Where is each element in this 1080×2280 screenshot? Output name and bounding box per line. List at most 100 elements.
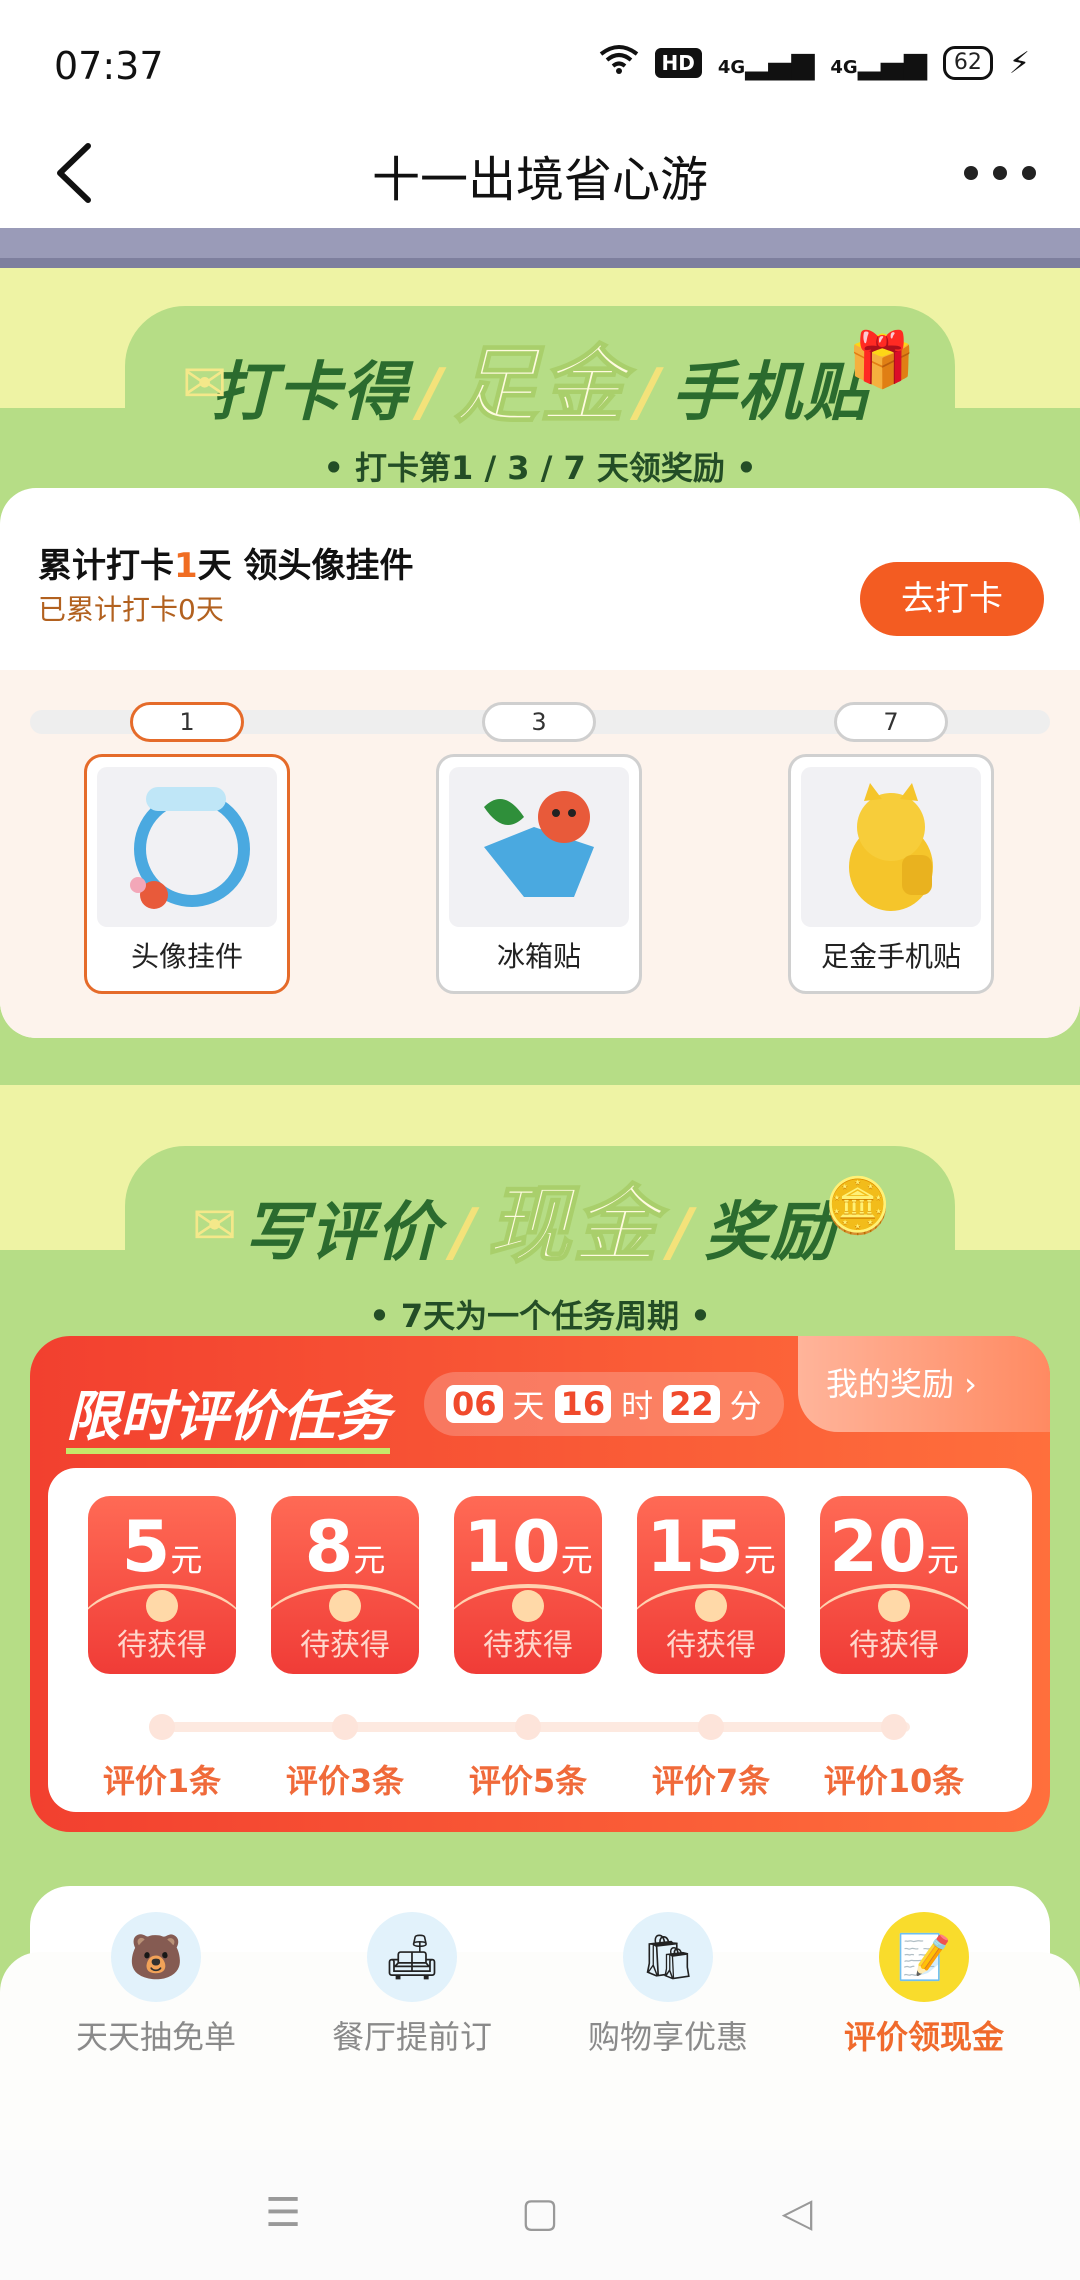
punch-title-right: 手机贴 (671, 356, 870, 430)
envelope-status: 待获得 (849, 1628, 939, 1663)
status-time: 07:37 (54, 44, 164, 88)
red-envelope-10[interactable]: 10元 待获得 (454, 1496, 602, 1674)
envelope-status: 待获得 (300, 1628, 390, 1663)
coin-icon (878, 1590, 910, 1622)
envelope-icon: ✉ (182, 352, 228, 415)
requirement-label: 评价5条 (468, 1762, 588, 1800)
header-stripe (0, 228, 1080, 268)
progress-dot (515, 1714, 541, 1740)
envelope-unit: 元 (560, 1541, 593, 1579)
bear-icon: 🐻 (111, 1912, 201, 2002)
timer-days-unit: 天 (512, 1387, 545, 1425)
network-type-label-2: 4G (830, 56, 858, 78)
coin-icon (695, 1590, 727, 1622)
timer-hours-unit: 时 (621, 1387, 654, 1425)
progress-dot (332, 1714, 358, 1740)
tab-label: 餐厅提前订 (331, 2018, 492, 2056)
review-banner: 写评价 / 现金 / 奖励 • 7天为一个任务周期 • (0, 1158, 1080, 1337)
tab-restaurant-booking[interactable]: 🛋 餐厅提前订 (284, 1912, 540, 2150)
page-title: 十一出境省心游 (371, 152, 708, 208)
task-title: 限时评价任务 (66, 1372, 390, 1454)
bottom-tab-bar: 🐻 天天抽免单 🛋 餐厅提前订 🛍 购物享优惠 📝 评价领现金 (0, 1912, 1080, 2150)
tab-free-draw[interactable]: 🐻 天天抽免单 (28, 1912, 284, 2150)
step-day-7: 7 (834, 702, 948, 742)
reward-label: 足金手机贴 (820, 940, 961, 973)
requirement-label: 评价1条 (102, 1762, 222, 1800)
punch-card-header: 累计打卡1天 领头像挂件 已累计打卡0天 去打卡 (0, 488, 1080, 670)
countdown-timer: 06 天 16 时 22 分 (424, 1372, 784, 1436)
envelope-amount: 10 (463, 1506, 561, 1588)
punch-title-days: 1 (174, 546, 198, 586)
back-nav-icon[interactable]: ◁ (772, 2190, 822, 2240)
envelope-status: 待获得 (483, 1628, 573, 1663)
notepad-icon: 📝 (879, 1912, 969, 2002)
envelope-amount: 20 (829, 1506, 927, 1588)
red-envelope-20[interactable]: 20元 待获得 (820, 1496, 968, 1674)
tab-label: 评价领现金 (843, 2018, 1004, 2056)
tab-label: 天天抽免单 (75, 2018, 236, 2056)
hd-icon: HD (654, 48, 702, 78)
reward-fridge-magnet[interactable]: 冰箱贴 (436, 754, 642, 994)
review-title-right: 奖励 (704, 1196, 837, 1270)
punch-banner-subtitle: • 打卡第1 / 3 / 7 天领奖励 • (323, 449, 757, 487)
tab-label: 购物享优惠 (587, 2018, 748, 2056)
signal-icon-2: 4G▂▄▆ (830, 45, 927, 81)
charging-icon: ⚡ (1008, 45, 1030, 81)
nav-bar: 十一出境省心游 (0, 118, 1080, 228)
envelope-unit: 元 (743, 1541, 776, 1579)
tab-review-cash[interactable]: 📝 评价领现金 (796, 1912, 1052, 2150)
fridge-magnet-image (449, 767, 629, 927)
envelope-unit: 元 (170, 1541, 203, 1579)
requirement-label: 评价3条 (285, 1762, 405, 1800)
punch-rewards: 1 3 7 头像挂件 冰箱贴 足金手机贴 (0, 670, 1080, 1038)
more-options-icon[interactable] (964, 148, 1036, 198)
envelope-unit: 元 (353, 1541, 386, 1579)
shopping-bag-icon: 🛍 (623, 1912, 713, 2002)
coin-icon (146, 1590, 178, 1622)
reward-label: 头像挂件 (130, 940, 243, 973)
envelope-status: 待获得 (117, 1628, 207, 1663)
red-envelope-8[interactable]: 8元 待获得 (271, 1496, 419, 1674)
signal-icon: 4G▂▄▆ (717, 45, 815, 81)
punch-title-highlight: 足金 (453, 335, 626, 435)
envelope-amount: 8 (304, 1506, 354, 1588)
punch-title-prefix: 累计打卡 (38, 546, 174, 586)
reward-label: 冰箱贴 (496, 940, 581, 973)
tab-shopping-deals[interactable]: 🛍 购物享优惠 (540, 1912, 796, 2150)
review-banner-title: 写评价 / 现金 / 奖励 (0, 1158, 1080, 1279)
envelope-amount: 5 (121, 1506, 171, 1588)
progress-dot (881, 1714, 907, 1740)
timer-minutes: 22 (663, 1385, 720, 1423)
progress-dot (698, 1714, 724, 1740)
timer-hours: 16 (554, 1385, 612, 1423)
home-icon[interactable]: ▢ (515, 2190, 565, 2240)
red-envelope-15[interactable]: 15元 待获得 (637, 1496, 785, 1674)
system-nav-bar: ☰ ▢ ◁ (0, 2150, 1080, 2280)
my-rewards-link[interactable]: 我的奖励 › (798, 1336, 1050, 1432)
requirement-label: 评价10条 (823, 1762, 965, 1800)
timer-days: 06 (446, 1385, 503, 1423)
punch-title-left: 打卡得 (210, 356, 409, 430)
step-day-3: 3 (482, 702, 596, 742)
wifi-icon (599, 44, 639, 82)
avatar-pendant-image (97, 767, 277, 927)
progress-dot (149, 1714, 175, 1740)
envelope-icon: ✉ (192, 1194, 238, 1257)
battery-icon: 62 (942, 46, 993, 80)
review-title-left: 写评价 (243, 1196, 442, 1270)
menu-icon[interactable]: ☰ (258, 2190, 308, 2240)
status-bar: 07:37 HD 4G▂▄▆ 4G▂▄▆ 62 ⚡ (0, 0, 1080, 118)
review-banner-subtitle: • 7天为一个任务周期 • (369, 1297, 711, 1335)
task-title-text: 限时评价任务 (66, 1385, 390, 1454)
review-task-card: 限时评价任务 06 天 16 时 22 分 我的奖励 › 5元 待获得 8元 待… (30, 1336, 1050, 1832)
reward-envelopes: 5元 待获得 8元 待获得 10元 待获得 15元 待获得 20元 待获得 评价… (48, 1468, 1032, 1812)
punch-title-suffix: 天 领头像挂件 (197, 546, 414, 586)
red-envelope-5[interactable]: 5元 待获得 (88, 1496, 236, 1674)
coin-icon: 🪙 (824, 1174, 892, 1237)
punch-card-subtitle: 已累计打卡0天 (38, 593, 224, 626)
sofa-icon: 🛋 (367, 1912, 457, 2002)
reward-gold-phone-sticker[interactable]: 足金手机贴 (788, 754, 994, 994)
reward-avatar-pendant[interactable]: 头像挂件 (84, 754, 290, 994)
check-in-button[interactable]: 去打卡 (860, 562, 1044, 636)
status-icons: HD 4G▂▄▆ 4G▂▄▆ 62 ⚡ (599, 44, 1030, 82)
